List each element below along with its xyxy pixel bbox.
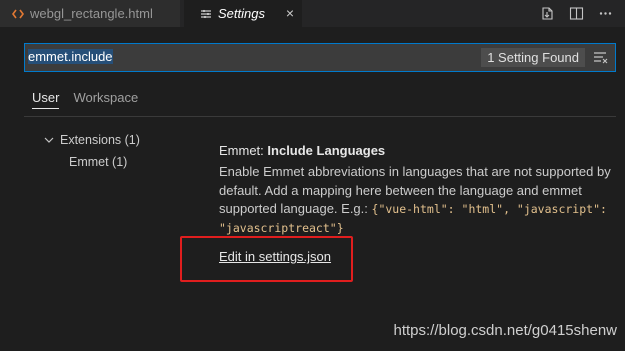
divider (24, 116, 616, 117)
setting-title: Emmet: Include Languages (219, 143, 385, 158)
tab-label: webgl_rectangle.html (30, 6, 153, 21)
toc-extensions-group[interactable]: Extensions (1) (44, 133, 140, 147)
highlight-annotation-box (180, 236, 353, 282)
settings-scope-tabs: User Workspace (32, 90, 138, 109)
editor-actions (540, 4, 625, 22)
tab-webgl-rectangle[interactable]: webgl_rectangle.html (0, 0, 180, 27)
toc-group-label: Extensions (1) (60, 133, 140, 147)
clear-filter-icon[interactable] (593, 50, 609, 69)
search-input[interactable]: emmet.include (28, 49, 113, 64)
tab-label: Settings (218, 6, 265, 21)
tab-settings[interactable]: Settings × (184, 0, 302, 27)
chevron-down-icon (44, 136, 54, 144)
open-settings-json-icon[interactable] (540, 6, 555, 21)
search-result-count: 1 Setting Found (481, 48, 585, 67)
settings-search-box[interactable]: emmet.include 1 Setting Found (24, 43, 616, 72)
split-editor-icon[interactable] (569, 6, 584, 21)
editor-tab-bar: webgl_rectangle.html Settings × (0, 0, 625, 27)
watermark: https://blog.csdn.net/g0415shenw (393, 322, 618, 339)
toc-item-emmet[interactable]: Emmet (1) (69, 155, 127, 169)
code-brackets-icon (12, 8, 24, 20)
more-actions-icon[interactable] (598, 6, 613, 21)
setting-category: Emmet: (219, 143, 268, 158)
setting-name: Include Languages (267, 143, 386, 158)
settings-list-icon (200, 8, 212, 20)
tab-user[interactable]: User (32, 90, 60, 109)
setting-description: Enable Emmet abbreviations in languages … (219, 163, 614, 237)
close-icon[interactable]: × (286, 6, 294, 20)
tab-workspace[interactable]: Workspace (73, 90, 138, 109)
